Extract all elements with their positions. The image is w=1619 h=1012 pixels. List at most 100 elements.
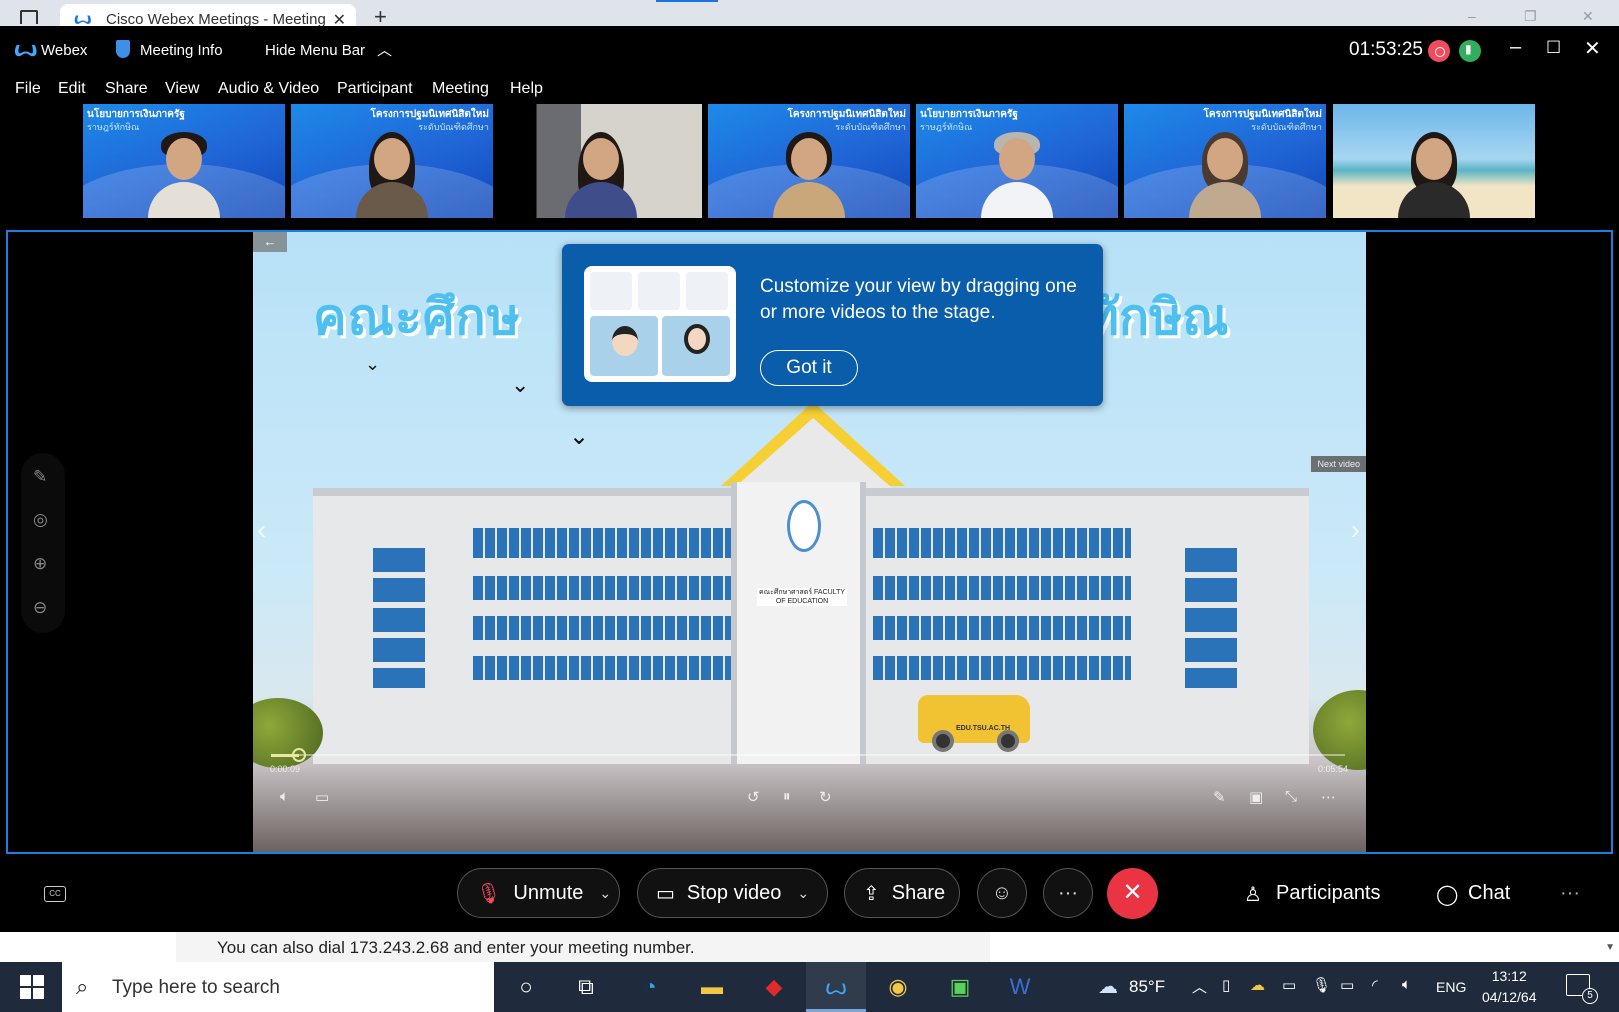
speaker-icon[interactable]: 🔈︎ bbox=[1402, 976, 1411, 993]
browser-restore-button[interactable]: ❐ bbox=[1524, 8, 1537, 25]
menu-file[interactable]: File bbox=[15, 80, 41, 98]
chevron-down-icon[interactable]: ⌄ bbox=[797, 885, 809, 902]
participants-icon[interactable]: ♙ bbox=[1244, 882, 1262, 907]
word-icon[interactable]: W bbox=[990, 962, 1050, 1012]
faculty-sign: คณะศึกษาศาสตร์ FACULTY OF EDUCATION bbox=[757, 588, 847, 606]
browser-minimize-button[interactable]: – bbox=[1468, 8, 1476, 24]
tile-banner-subtext: ระดับบัณฑิตศึกษา bbox=[835, 122, 906, 132]
back-arrow-button[interactable]: ← bbox=[253, 232, 287, 252]
onedrive-warning-icon[interactable]: ☁ bbox=[1250, 976, 1265, 994]
usb-icon[interactable]: ▯ bbox=[1222, 976, 1230, 994]
tile-banner-subtext: ราษฎร์ทักษิณ bbox=[87, 122, 140, 132]
line-icon[interactable]: ▣ bbox=[930, 962, 990, 1012]
menu-meeting[interactable]: Meeting bbox=[432, 80, 489, 98]
minimize-button[interactable]: – bbox=[1510, 36, 1521, 59]
taskbar-search-box[interactable]: ⌕ Type here to search bbox=[62, 962, 494, 1012]
unmute-button[interactable]: 🎙︎ Unmute ⌄ bbox=[457, 868, 620, 918]
menu-audio-video[interactable]: Audio & Video bbox=[218, 80, 319, 98]
microphone-icon[interactable]: 🎙︎ bbox=[1312, 976, 1331, 994]
input-language[interactable]: ENG bbox=[1436, 979, 1466, 995]
zoom-in-icon[interactable]: ⊕ bbox=[33, 554, 47, 574]
muted-mic-icon: 🎙︎ bbox=[476, 882, 502, 905]
webex-taskbar-icon[interactable]: ꙍ bbox=[806, 962, 866, 1012]
picture-in-picture-icon[interactable]: ▣ bbox=[1249, 788, 1263, 806]
search-icon: ⌕ bbox=[76, 974, 89, 999]
dial-in-text: You can also dial 173.243.2.68 and enter… bbox=[217, 938, 695, 957]
participants-button[interactable]: Participants bbox=[1276, 882, 1381, 905]
maximize-button[interactable]: ☐ bbox=[1546, 38, 1561, 58]
wifi-icon[interactable]: ◜ bbox=[1372, 976, 1378, 994]
participant-video-tile[interactable]: นโยบายการเงินภาครัฐ ราษฎร์ทักษิณ bbox=[916, 104, 1118, 218]
forward-30-icon[interactable]: ↻ bbox=[819, 788, 832, 806]
tab-actions-icon[interactable] bbox=[20, 10, 38, 24]
chat-icon[interactable]: ◯ bbox=[1436, 882, 1458, 907]
app-name: Webex bbox=[41, 42, 88, 59]
subtitles-icon[interactable]: ▭ bbox=[315, 788, 329, 806]
meeting-info-button[interactable]: Meeting Info bbox=[140, 42, 223, 59]
participant-video-tile[interactable] bbox=[500, 104, 702, 218]
volume-icon[interactable]: 🔈︎ bbox=[280, 788, 289, 805]
overflow-menu-button[interactable]: ··· bbox=[1560, 882, 1580, 905]
participant-video-tile[interactable]: โครงการปฐมนิเทศนิสิตใหม่ ระดับบัณฑิตศึกษ… bbox=[708, 104, 910, 218]
tile-banner-subtext: ระดับบัณฑิตศึกษา bbox=[418, 122, 489, 132]
menu-help[interactable]: Help bbox=[510, 80, 543, 98]
reactions-button[interactable]: ☺ bbox=[977, 868, 1027, 918]
edit-icon[interactable]: ✎ bbox=[1213, 788, 1226, 806]
meet-now-icon[interactable]: ▭ bbox=[1282, 976, 1296, 994]
cortana-icon[interactable]: ○ bbox=[496, 962, 556, 1012]
close-button[interactable]: ✕ bbox=[1584, 36, 1601, 61]
next-slide-button[interactable]: › bbox=[1351, 514, 1360, 546]
chat-button[interactable]: Chat bbox=[1468, 882, 1510, 905]
windows-start-icon[interactable] bbox=[20, 975, 44, 999]
pause-icon[interactable]: ⏸︎ bbox=[783, 788, 791, 805]
rewind-10-icon[interactable]: ↺ bbox=[747, 788, 760, 806]
file-explorer-icon[interactable]: ▬ bbox=[682, 962, 742, 1012]
hide-menu-bar-button[interactable]: Hide Menu Bar bbox=[265, 42, 365, 59]
exit-fullscreen-icon[interactable]: ⤡ bbox=[1285, 788, 1297, 805]
task-view-icon[interactable]: ⧉ bbox=[556, 962, 616, 1012]
browser-tab[interactable]: ꙍ Cisco Webex Meetings - Meeting ✕ bbox=[60, 4, 356, 29]
participant-video-tile[interactable]: นโยบายการเงินภาครัฐ ราษฎร์ทักษิณ bbox=[83, 104, 285, 218]
participant-video-tile[interactable]: โครงการปฐมนิเทศนิสิตใหม่ ระดับบัณฑิตศึกษ… bbox=[291, 104, 493, 218]
participant-figure bbox=[981, 132, 1053, 218]
chevron-up-icon[interactable]: ︿ bbox=[1192, 976, 1207, 997]
closed-captions-button[interactable]: CC bbox=[44, 886, 66, 902]
video-camera-icon: ▭ bbox=[656, 882, 675, 905]
stop-video-button[interactable]: ▭ Stop video ⌄ bbox=[637, 868, 828, 918]
temperature[interactable]: 85°F bbox=[1129, 977, 1165, 997]
network-health-icon[interactable] bbox=[1459, 40, 1481, 62]
got-it-button[interactable]: Got it bbox=[760, 350, 858, 386]
chevron-down-icon[interactable]: ⌄ bbox=[599, 885, 611, 902]
end-meeting-button[interactable]: ✕ bbox=[1107, 868, 1158, 919]
video-progress-track[interactable] bbox=[271, 754, 1345, 756]
share-button[interactable]: ⇪ Share bbox=[844, 868, 960, 918]
cloud-weather-icon[interactable]: ☁ bbox=[1098, 974, 1118, 999]
participant-video-tile[interactable] bbox=[1333, 104, 1535, 218]
previous-slide-button[interactable]: ‹ bbox=[257, 514, 266, 546]
browser-close-button[interactable]: ✕ bbox=[1582, 8, 1594, 25]
video-progress-handle[interactable] bbox=[292, 748, 306, 762]
chrome-icon[interactable]: ◉ bbox=[868, 962, 928, 1012]
zoom-out-icon[interactable]: ⊖ bbox=[33, 598, 47, 618]
menu-share[interactable]: Share bbox=[105, 80, 148, 98]
bird-icon: ⌄ bbox=[569, 423, 590, 450]
edge-icon[interactable]: ◔ bbox=[620, 962, 680, 1012]
annotation-toolbar: ✎ ◎ ⊕ ⊖ bbox=[21, 453, 65, 633]
scroll-down-icon[interactable]: ▼ bbox=[1605, 942, 1615, 953]
menu-edit[interactable]: Edit bbox=[58, 80, 86, 98]
participant-figure bbox=[1398, 132, 1470, 218]
chevron-up-icon[interactable]: ︿ bbox=[377, 39, 392, 60]
system-clock[interactable]: 13:12 04/12/64 bbox=[1482, 966, 1537, 1008]
more-options-button[interactable]: ··· bbox=[1043, 868, 1093, 918]
next-video-button[interactable]: Next video bbox=[1311, 456, 1366, 472]
remote-control-icon[interactable]: ◎ bbox=[33, 510, 48, 530]
annotate-pen-icon[interactable]: ✎ bbox=[33, 467, 47, 487]
tip-text: Customize your view by dragging one or m… bbox=[760, 276, 1077, 323]
menu-participant[interactable]: Participant bbox=[337, 80, 413, 98]
participant-video-tile[interactable]: โครงการปฐมนิเทศนิสิตใหม่ ระดับบัณฑิตศึกษ… bbox=[1124, 104, 1326, 218]
battery-icon[interactable]: ▭ bbox=[1340, 976, 1354, 994]
mcafee-icon[interactable]: ◆ bbox=[744, 962, 804, 1012]
recording-icon[interactable] bbox=[1428, 40, 1450, 62]
menu-view[interactable]: View bbox=[165, 80, 199, 98]
more-options-icon[interactable]: ⋯ bbox=[1321, 788, 1336, 806]
